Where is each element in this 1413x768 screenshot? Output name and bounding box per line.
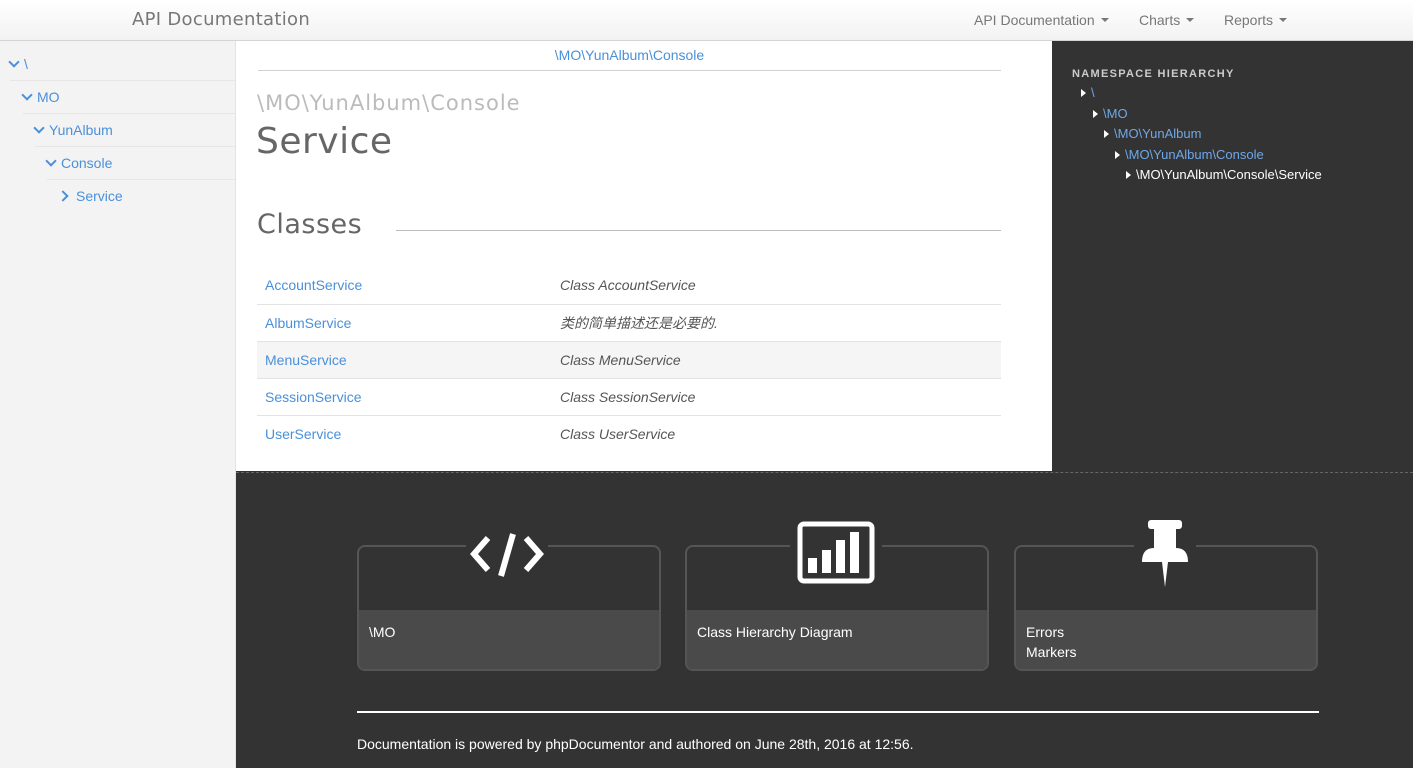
chevron-down-icon bbox=[21, 89, 33, 101]
tree-item-mo[interactable]: MO bbox=[21, 81, 235, 114]
breadcrumb[interactable]: \MO\YunAlbum\Console bbox=[258, 47, 1001, 71]
menu-api-documentation[interactable]: API Documentation bbox=[974, 12, 1109, 28]
bar-chart-icon bbox=[790, 518, 882, 588]
tree-item-console[interactable]: Console bbox=[45, 147, 235, 180]
menu-reports-label: Reports bbox=[1224, 12, 1274, 28]
sidebar-tree: \ MO YunAlbum Console Service bbox=[0, 41, 236, 768]
tree-item-label: Service bbox=[76, 188, 123, 204]
namespace-hierarchy-panel: NAMESPACE HIERARCHY \ \MO \MO\YunAlbum \… bbox=[1052, 41, 1413, 471]
namespace-item-label: \MO bbox=[1103, 106, 1128, 121]
chevron-down-icon bbox=[8, 56, 20, 68]
namespace-item-label: \MO\YunAlbum\Console\Service bbox=[1136, 167, 1322, 182]
table-row: AccountService Class AccountService bbox=[257, 267, 1001, 305]
caret-down-icon bbox=[1186, 18, 1195, 23]
card-label-line1: Errors bbox=[1026, 624, 1065, 640]
card-label: \MO bbox=[369, 624, 396, 640]
namespace-item-label: \ bbox=[1091, 85, 1095, 100]
tree-item-yunalbum[interactable]: YunAlbum bbox=[33, 114, 235, 147]
table-row: AlbumService 类的简单描述还是必要的. bbox=[257, 304, 1001, 342]
classes-heading: Classes bbox=[257, 209, 363, 240]
namespace-item-root[interactable]: \ bbox=[1081, 85, 1095, 100]
class-link[interactable]: AlbumService bbox=[257, 304, 552, 342]
footer-rule bbox=[357, 711, 1319, 713]
class-description: Class UserService bbox=[560, 425, 676, 442]
chevron-right-icon bbox=[57, 190, 69, 202]
top-navbar: API Documentation API Documentation Char… bbox=[0, 0, 1413, 41]
table-row: UserService Class UserService bbox=[257, 415, 1001, 452]
namespace-item-console[interactable]: \MO\YunAlbum\Console bbox=[1115, 147, 1264, 162]
table-row: SessionService Class SessionService bbox=[257, 378, 1001, 416]
page-title: Service bbox=[256, 121, 393, 162]
namespace-item-mo[interactable]: \MO bbox=[1093, 106, 1128, 121]
tree-item-service[interactable]: Service bbox=[57, 180, 235, 213]
chevron-down-icon bbox=[33, 122, 45, 134]
class-link[interactable]: SessionService bbox=[257, 378, 552, 416]
menu-charts[interactable]: Charts bbox=[1139, 12, 1195, 28]
card-label: Class Hierarchy Diagram bbox=[697, 624, 853, 640]
table-row: MenuService Class MenuService bbox=[257, 341, 1001, 379]
tree-item-label: YunAlbum bbox=[49, 122, 113, 138]
footer-powered-by: Documentation is powered by phpDocumento… bbox=[357, 736, 914, 752]
tree-item-root[interactable]: \ bbox=[8, 48, 235, 81]
class-link[interactable]: UserService bbox=[257, 415, 552, 452]
tree-item-label: Console bbox=[61, 155, 113, 171]
card-label: Errors Markers bbox=[1026, 622, 1077, 662]
caret-down-icon bbox=[1100, 18, 1109, 23]
tree-item-label: MO bbox=[37, 89, 60, 105]
classes-table: AccountService Class AccountService Albu… bbox=[257, 267, 1001, 452]
menu-reports[interactable]: Reports bbox=[1224, 12, 1288, 28]
namespace-item-label: \MO\YunAlbum bbox=[1114, 126, 1202, 141]
code-icon bbox=[466, 524, 548, 584]
namespace-item-yunalbum[interactable]: \MO\YunAlbum bbox=[1104, 126, 1201, 141]
class-description: 类的简单描述还是必要的. bbox=[552, 304, 1001, 342]
triangle-right-icon bbox=[1126, 170, 1131, 179]
namespace-item-service: \MO\YunAlbum\Console\Service bbox=[1126, 167, 1322, 182]
namespace-item-label: \MO\YunAlbum\Console bbox=[1125, 147, 1264, 162]
class-description: Class SessionService bbox=[552, 378, 1001, 416]
card-bottom bbox=[359, 610, 659, 669]
class-link[interactable]: MenuService bbox=[257, 341, 552, 379]
class-description: Class AccountService bbox=[552, 267, 1001, 305]
namespace-subtitle: \MO\YunAlbum\Console bbox=[257, 91, 521, 115]
class-link[interactable]: AccountService bbox=[257, 267, 552, 305]
triangle-right-icon bbox=[1115, 150, 1120, 159]
triangle-right-icon bbox=[1081, 88, 1086, 97]
class-description: Class MenuService bbox=[552, 341, 1001, 379]
section-divider bbox=[396, 230, 1001, 231]
menu-charts-label: Charts bbox=[1139, 12, 1181, 28]
pushpin-icon bbox=[1134, 518, 1196, 590]
brand-title[interactable]: API Documentation bbox=[132, 9, 310, 30]
chevron-down-icon bbox=[45, 155, 57, 167]
footer-divider bbox=[236, 472, 1413, 473]
triangle-right-icon bbox=[1093, 109, 1098, 118]
menu-api-documentation-label: API Documentation bbox=[974, 12, 1095, 28]
namespace-hierarchy-heading: NAMESPACE HIERARCHY bbox=[1072, 68, 1235, 80]
card-label-line2: Markers bbox=[1026, 644, 1077, 660]
tree-item-label: \ bbox=[24, 56, 28, 72]
triangle-right-icon bbox=[1104, 129, 1109, 138]
caret-down-icon bbox=[1279, 18, 1288, 23]
main-content: \MO\YunAlbum\Console \MO\YunAlbum\Consol… bbox=[236, 41, 1052, 471]
